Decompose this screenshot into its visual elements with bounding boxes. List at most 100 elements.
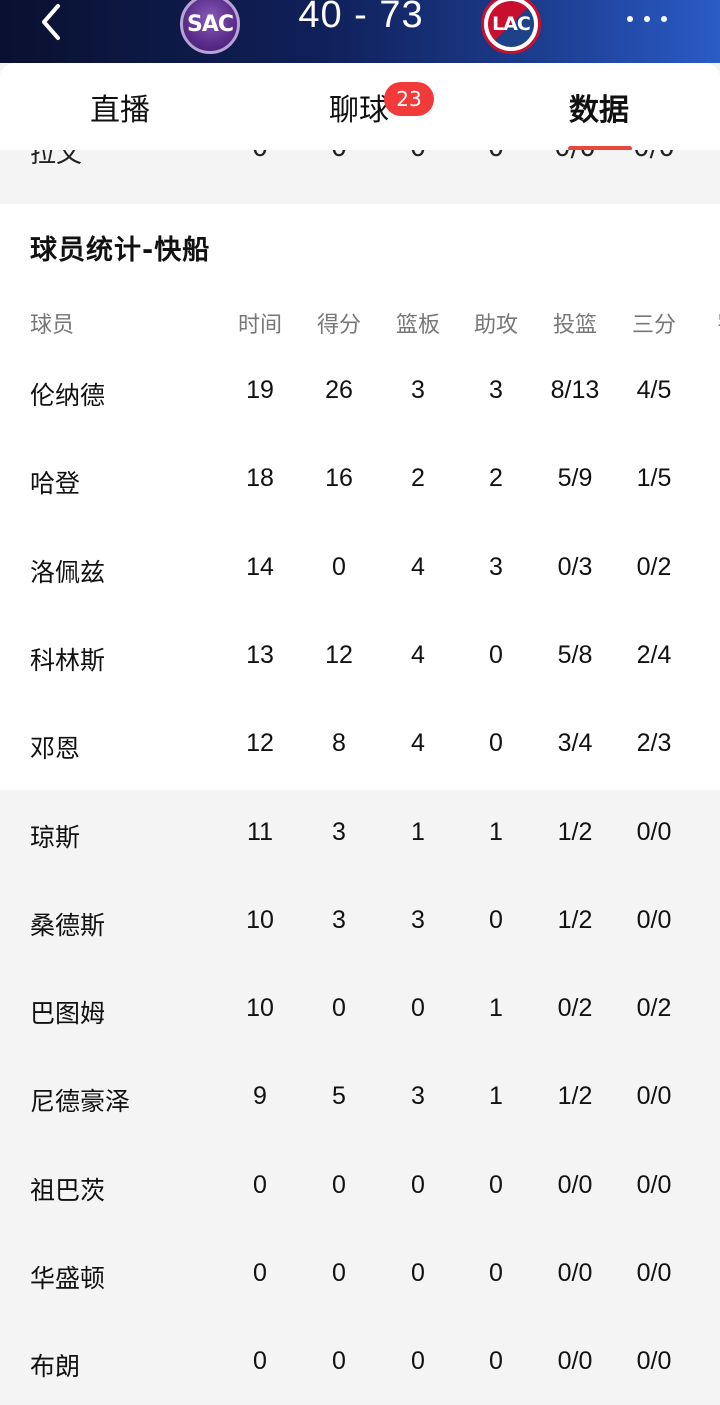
stat-cell: 1 — [411, 817, 425, 846]
previous-row-cell: 0 — [378, 150, 458, 163]
previous-table-row: 拉文00000/00/00 — [0, 150, 720, 202]
previous-row-cell: 0 — [299, 150, 379, 163]
stat-cell: 0 — [332, 994, 346, 1023]
stat-cell: 0/0 — [636, 1259, 672, 1287]
stat-cell: 0 — [688, 553, 720, 582]
player-name[interactable]: 伦纳德 — [30, 376, 105, 412]
player-name[interactable]: 桑德斯 — [30, 906, 105, 942]
stat-cell: 1 — [489, 994, 503, 1023]
stat-cell: 5/8 — [557, 640, 593, 669]
stat-cell: 10 — [246, 994, 274, 1023]
stat-cell: 1/2 — [557, 1082, 593, 1111]
table-row[interactable]: 琼斯113111/20/01 — [0, 788, 720, 876]
column-header[interactable]: 投篮 — [535, 307, 615, 339]
stat-cell: 3 — [489, 552, 503, 581]
table-row[interactable]: 祖巴茨 0 0 0 0 0/0 0/0 0 — [0, 1141, 720, 1229]
table-row[interactable]: 邓恩 12 8 4 0 3/4 2/3 0 — [0, 699, 720, 787]
player-name[interactable]: 洛佩兹 — [30, 553, 105, 589]
stat-cell: 0 — [411, 1170, 425, 1199]
stat-cell: 12 — [325, 640, 353, 669]
table-row[interactable]: 布朗 0 0 0 0 0/0 0/0 0 — [0, 1317, 720, 1405]
stat-cell: 0/2 — [636, 994, 672, 1023]
tab-live[interactable]: 直播 — [90, 85, 150, 129]
stat-cell: 0/0 — [636, 1347, 672, 1376]
stat-cell: 0 — [688, 1171, 720, 1200]
player-name[interactable]: 琼斯 — [30, 818, 80, 854]
stat-cell: 3 — [411, 1082, 425, 1111]
stat-cell: 0/2 — [636, 552, 672, 581]
player-name[interactable]: 哈登 — [30, 464, 80, 500]
home-team-logo[interactable]: SAC — [180, 0, 240, 54]
player-name[interactable]: 巴图姆 — [30, 994, 105, 1030]
stat-cell: 0 — [489, 1347, 503, 1376]
more-options-icon[interactable] — [622, 2, 672, 32]
previous-row-cell: 0 — [456, 150, 536, 163]
stat-cell: 3 — [332, 817, 346, 846]
column-header[interactable]: 得分 — [299, 307, 379, 339]
table-row[interactable]: 尼德豪泽 9 5 3 1 1/2 0/0 3 — [0, 1052, 720, 1140]
stat-cell: 6 — [688, 376, 720, 405]
stat-cell: 1/2 — [557, 817, 593, 846]
stat-cell: 12 — [246, 729, 274, 758]
column-header[interactable]: 三分 — [614, 307, 694, 339]
previous-row-cell: 0 — [220, 150, 300, 163]
column-header[interactable]: 罚 — [688, 307, 720, 339]
stat-cell: 9 — [253, 1082, 267, 1111]
player-name[interactable]: 尼德豪泽 — [30, 1082, 130, 1118]
table-row[interactable]: 巴图姆 10 0 0 1 0/2 0/2 0 — [0, 964, 720, 1052]
stat-cell: 1 — [688, 906, 720, 935]
column-header[interactable]: 助攻 — [456, 307, 536, 339]
player-name[interactable]: 科林斯 — [30, 641, 105, 677]
stat-cell: 0 — [688, 641, 720, 670]
player-name[interactable]: 布朗 — [30, 1347, 80, 1383]
tab-bar: 直播 聊球 23 数据 — [0, 63, 720, 151]
stat-cell: 0 — [489, 729, 503, 758]
stat-cell: 0/0 — [636, 1170, 672, 1199]
stat-cell: 0 — [253, 1347, 267, 1376]
game-score: 40 - 73 — [298, 0, 424, 36]
table-row[interactable]: 华盛顿 0 0 0 0 0/0 0/0 0 — [0, 1229, 720, 1317]
stat-cell: 3 — [332, 905, 346, 934]
table-row[interactable]: 洛佩兹 14 0 4 3 0/3 0/2 0 — [0, 523, 720, 611]
stat-cell: 5 — [332, 1082, 346, 1111]
stat-cell: 16 — [325, 464, 353, 493]
stat-cell: 3 — [411, 376, 425, 404]
table-row[interactable]: 伦纳德1926338/134/56 — [0, 346, 720, 434]
back-arrow-icon[interactable] — [38, 2, 68, 42]
stat-cell: 0 — [411, 994, 425, 1023]
stat-cell: 0 — [489, 905, 503, 934]
table-row[interactable]: 科林斯 13 12 4 0 5/8 2/4 0 — [0, 611, 720, 699]
stat-cell: 0 — [332, 1347, 346, 1376]
column-header[interactable]: 篮板 — [378, 307, 458, 339]
away-team-logo[interactable]: LAC — [481, 0, 541, 54]
stat-cell: 8/13 — [550, 376, 600, 404]
stat-cell: 4 — [411, 729, 425, 758]
stat-cell: 1/2 — [557, 905, 593, 934]
stat-cell: 0 — [332, 552, 346, 581]
table-row[interactable]: 哈登 18 16 2 2 5/9 1/5 5 — [0, 434, 720, 522]
player-name[interactable]: 邓恩 — [30, 729, 80, 765]
chat-unread-badge: 23 — [384, 82, 434, 116]
stat-cell: 0 — [411, 1259, 425, 1287]
stat-cell: 13 — [246, 640, 274, 669]
stat-cell: 0 — [489, 1259, 503, 1287]
stat-cell: 0/0 — [636, 1082, 672, 1111]
tab-stats[interactable]: 数据 — [569, 85, 629, 129]
stat-cell: 19 — [246, 376, 274, 404]
stat-cell: 0 — [332, 1259, 346, 1287]
player-name[interactable]: 祖巴茨 — [30, 1171, 105, 1207]
stat-cell: 0/0 — [557, 1347, 593, 1376]
stat-cell: 5/9 — [557, 464, 593, 493]
player-name[interactable]: 华盛顿 — [30, 1259, 105, 1295]
column-header[interactable]: 时间 — [220, 307, 300, 339]
stat-cell: 4 — [411, 552, 425, 581]
previous-row-name: 拉文 — [30, 150, 83, 169]
tab-chat[interactable]: 聊球 — [329, 85, 389, 129]
stat-cell: 2/4 — [636, 640, 672, 669]
stat-cell: 4/5 — [636, 376, 672, 404]
stat-cell: 0/0 — [636, 817, 672, 846]
stat-cell: 2 — [411, 464, 425, 493]
table-row[interactable]: 桑德斯 10 3 3 0 1/2 0/0 1 — [0, 876, 720, 964]
stat-cell: 0 — [253, 1170, 267, 1199]
column-header[interactable]: 球员 — [30, 307, 74, 339]
